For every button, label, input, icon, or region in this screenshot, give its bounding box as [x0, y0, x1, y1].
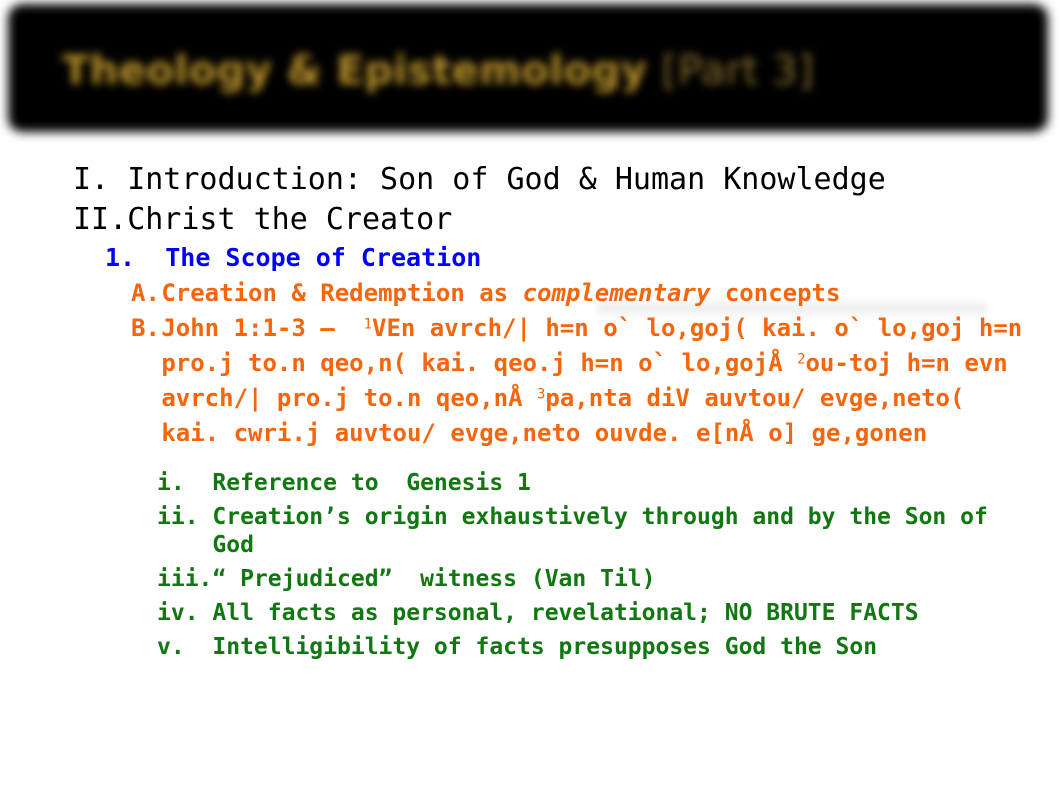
outline-item-lettered-b: B. John 1:1-3 – 1VEn avrch/| h=n o` lo,g… — [131, 311, 1062, 451]
slide-title: Theology & Epistemology [Part 3] — [62, 40, 962, 102]
outline-text: Creation & Redemption as complementary c… — [161, 279, 840, 307]
outline-item-roman-2: II.Christ the Creator — [73, 200, 1062, 240]
outline-item-sub-v: v. Intelligibility of facts presupposes G… — [157, 633, 1062, 661]
slide-outline: I. Introduction: Son of God & Human Know… — [0, 160, 1062, 661]
outline-text-italic: complementary — [522, 279, 711, 307]
outline-marker: ii. — [157, 504, 199, 530]
outline-text: Creation’s origin exhaustively through a… — [212, 504, 1002, 558]
outline-marker: A. — [131, 279, 160, 307]
verse-number-1: 1 — [363, 316, 372, 333]
outline-item-lettered-a: A.Creation & Redemption as complementary… — [131, 276, 1062, 315]
outline-marker: i. — [157, 470, 185, 496]
scripture-reference: John 1:1-3 – — [161, 314, 364, 342]
outline-item-roman-1: I. Introduction: Son of God & Human Know… — [73, 160, 1062, 200]
outline-text: Introduction: Son of God & Human Knowled… — [127, 162, 886, 197]
title-banner: Theology & Epistemology [Part 3] — [0, 0, 1062, 160]
outline-item-sub-i: i. Reference to Genesis 1 — [157, 469, 1062, 497]
outline-marker: 1. — [105, 243, 136, 272]
slide-title-main: Theology & Epistemology — [62, 48, 648, 94]
outline-item-numbered-1: 1. The Scope of Creation — [105, 240, 1062, 276]
slide-title-part: [Part 3] — [661, 48, 815, 94]
outline-text: Christ the Creator — [127, 202, 453, 237]
outline-text-before: Creation & Redemption as — [161, 279, 523, 307]
outline-marker: iv. — [157, 600, 199, 626]
outline-marker: v. — [157, 634, 185, 660]
outline-item-sub-iv: iv. All facts as personal, revelational; … — [157, 599, 1062, 627]
outline-item-sub-iii: iii. “ Prejudiced” witness (Van Til) — [157, 565, 1062, 593]
outline-item-sub-ii: ii. Creation’s origin exhaustively throug… — [157, 503, 1062, 559]
scripture-quote: John 1:1-3 – 1VEn avrch/| h=n o` lo,goj(… — [161, 311, 1027, 451]
outline-text: Reference to Genesis 1 — [212, 470, 531, 496]
outline-text: “ Prejudiced” witness (Van Til) — [212, 566, 656, 592]
outline-text: The Scope of Creation — [165, 243, 482, 272]
outline-text: All facts as personal, revelational; NO … — [212, 600, 919, 626]
outline-marker: I. — [73, 162, 110, 197]
outline-marker: II. — [73, 202, 128, 237]
outline-marker: iii. — [157, 566, 213, 592]
outline-text-after: concepts — [710, 279, 841, 307]
outline-text: Intelligibility of facts presupposes God… — [212, 634, 878, 660]
outline-marker: B. — [131, 314, 160, 342]
